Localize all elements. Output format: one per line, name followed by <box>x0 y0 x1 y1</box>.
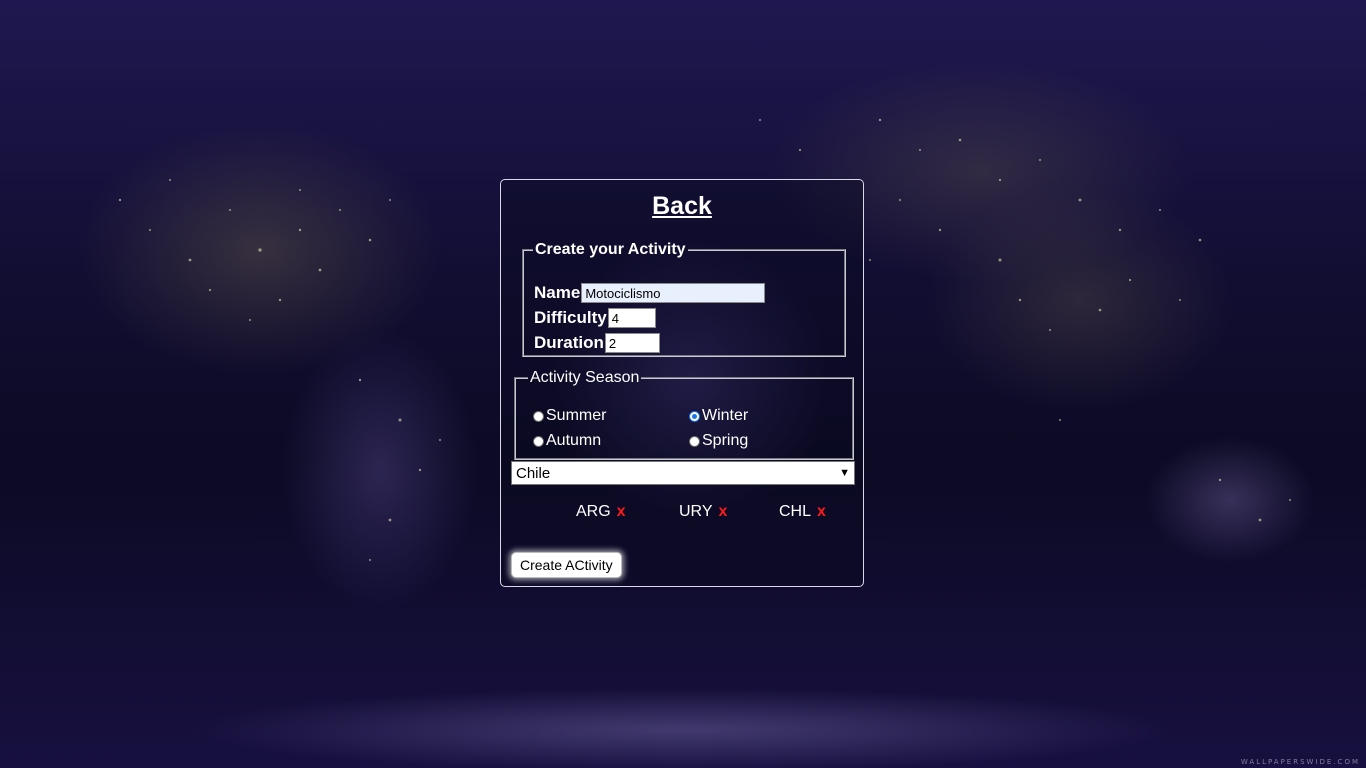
difficulty-row: Difficulty <box>534 308 656 328</box>
back-link[interactable]: Back <box>501 192 863 221</box>
difficulty-label: Difficulty <box>534 308 607 327</box>
wallpaper-watermark: WALLPAPERSWIDE.COM <box>1240 758 1360 766</box>
radio-summer[interactable] <box>533 410 544 422</box>
radio-winter[interactable] <box>689 410 700 422</box>
selected-country-chip: ARG x <box>576 503 626 521</box>
season-legend: Activity Season <box>530 369 640 386</box>
name-row: Name <box>534 283 766 303</box>
selected-country-chip: URY x <box>679 503 727 521</box>
duration-label: Duration <box>534 333 604 352</box>
country-code: CHL <box>779 503 812 520</box>
season-label-spring: Spring <box>702 432 749 449</box>
difficulty-input[interactable] <box>607 308 656 328</box>
remove-country-button[interactable]: x <box>617 503 626 521</box>
season-label-winter: Winter <box>702 407 749 424</box>
season-option-summer[interactable]: Summer <box>533 407 606 425</box>
season-fieldset: Activity Season Summer Winter Autumn Spr… <box>514 369 854 460</box>
name-label: Name <box>534 283 581 302</box>
season-option-autumn[interactable]: Autumn <box>533 432 601 450</box>
country-select[interactable]: Chile ▼ <box>511 461 855 485</box>
country-select-value: Chile <box>516 464 551 482</box>
name-input[interactable] <box>581 283 766 303</box>
radio-spring[interactable] <box>689 435 700 447</box>
country-code: URY <box>679 503 713 520</box>
activity-details-fieldset: Create your Activity Name Difficulty Dur… <box>522 241 846 357</box>
duration-input[interactable] <box>604 333 660 353</box>
selected-country-chip: CHL x <box>779 503 826 521</box>
season-option-spring[interactable]: Spring <box>689 432 748 450</box>
season-label-autumn: Autumn <box>546 432 602 449</box>
country-code: ARG <box>576 503 611 520</box>
activity-details-legend: Create your Activity <box>535 241 686 258</box>
create-activity-card: Back Create your Activity Name Difficult… <box>500 179 864 587</box>
season-label-summer: Summer <box>546 407 607 424</box>
radio-autumn[interactable] <box>533 435 544 447</box>
remove-country-button[interactable]: x <box>817 503 826 521</box>
duration-row: Duration <box>534 333 660 353</box>
season-option-winter[interactable]: Winter <box>689 407 748 425</box>
create-activity-button[interactable]: Create ACtivity <box>511 552 622 578</box>
chevron-down-icon: ▼ <box>839 467 850 479</box>
remove-country-button[interactable]: x <box>719 503 728 521</box>
